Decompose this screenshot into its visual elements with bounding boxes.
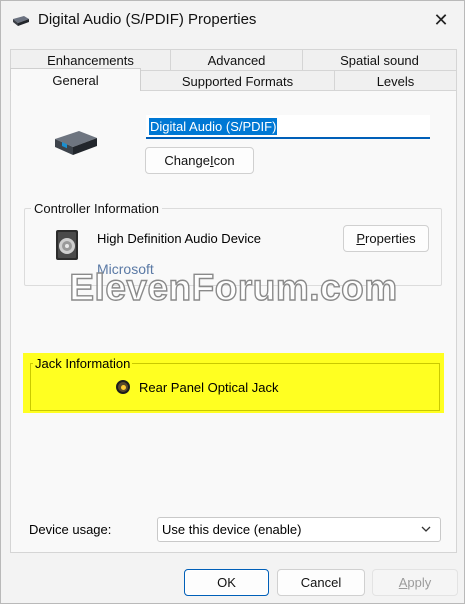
tab-supported-formats[interactable]: Supported Formats — [140, 70, 335, 91]
chevron-down-icon — [421, 526, 431, 532]
device-name-field[interactable]: Digital Audio (S/PDIF) — [146, 115, 430, 139]
window-title: Digital Audio (S/PDIF) Properties — [38, 11, 257, 28]
device-usage-select[interactable]: Use this device (enable) — [157, 517, 441, 542]
device-name-value: Digital Audio (S/PDIF) — [149, 117, 278, 135]
tab-label: Advanced — [207, 52, 266, 68]
cancel-label: Cancel — [300, 575, 342, 590]
tab-label: General — [52, 72, 99, 88]
tab-label: Enhancements — [47, 52, 134, 68]
speaker-device-icon — [56, 230, 78, 260]
change-icon-label-pre: Change — [164, 153, 210, 168]
tab-label: Supported Formats — [181, 73, 294, 89]
watermark-text: ElevenForum.com — [69, 266, 398, 308]
tab-advanced[interactable]: Advanced — [170, 49, 303, 70]
controller-properties-button[interactable]: Properties — [343, 225, 429, 252]
close-icon: ✕ — [433, 9, 449, 30]
apply-label-post: pply — [407, 575, 432, 590]
optical-jack-indicator-icon — [116, 380, 130, 394]
controller-name: High Definition Audio Device — [97, 231, 262, 246]
apply-button[interactable]: Apply — [372, 569, 458, 596]
tab-levels[interactable]: Levels — [334, 70, 457, 91]
tab-label: Levels — [376, 73, 415, 89]
ok-label: OK — [217, 575, 236, 590]
tab-label: Spatial sound — [340, 52, 419, 68]
jack-information-label: Jack Information — [33, 356, 133, 371]
digital-audio-device-icon — [13, 16, 29, 26]
properties-label-post: roperties — [365, 231, 416, 246]
title-bar: Digital Audio (S/PDIF) Properties ✕ — [1, 1, 464, 41]
change-icon-label-post: con — [213, 153, 235, 168]
close-button[interactable]: ✕ — [418, 1, 464, 39]
jack-item-label: Rear Panel Optical Jack — [139, 380, 279, 395]
tab-general[interactable]: General — [10, 68, 141, 91]
properties-dialog: Digital Audio (S/PDIF) Properties ✕ Enha… — [0, 0, 465, 604]
cancel-button[interactable]: Cancel — [277, 569, 365, 596]
ok-button[interactable]: OK — [184, 569, 269, 596]
spdif-device-icon — [55, 131, 97, 155]
tab-enhancements[interactable]: Enhancements — [10, 49, 171, 70]
controller-information-label: Controller Information — [31, 201, 162, 216]
device-usage-label: Device usage: — [29, 522, 112, 537]
device-usage-value: Use this device (enable) — [162, 522, 302, 537]
change-icon-button[interactable]: Change Icon — [145, 147, 254, 174]
properties-label-accel: P — [356, 231, 366, 246]
apply-label-accel: A — [398, 575, 408, 590]
tab-spatial-sound[interactable]: Spatial sound — [302, 49, 457, 70]
